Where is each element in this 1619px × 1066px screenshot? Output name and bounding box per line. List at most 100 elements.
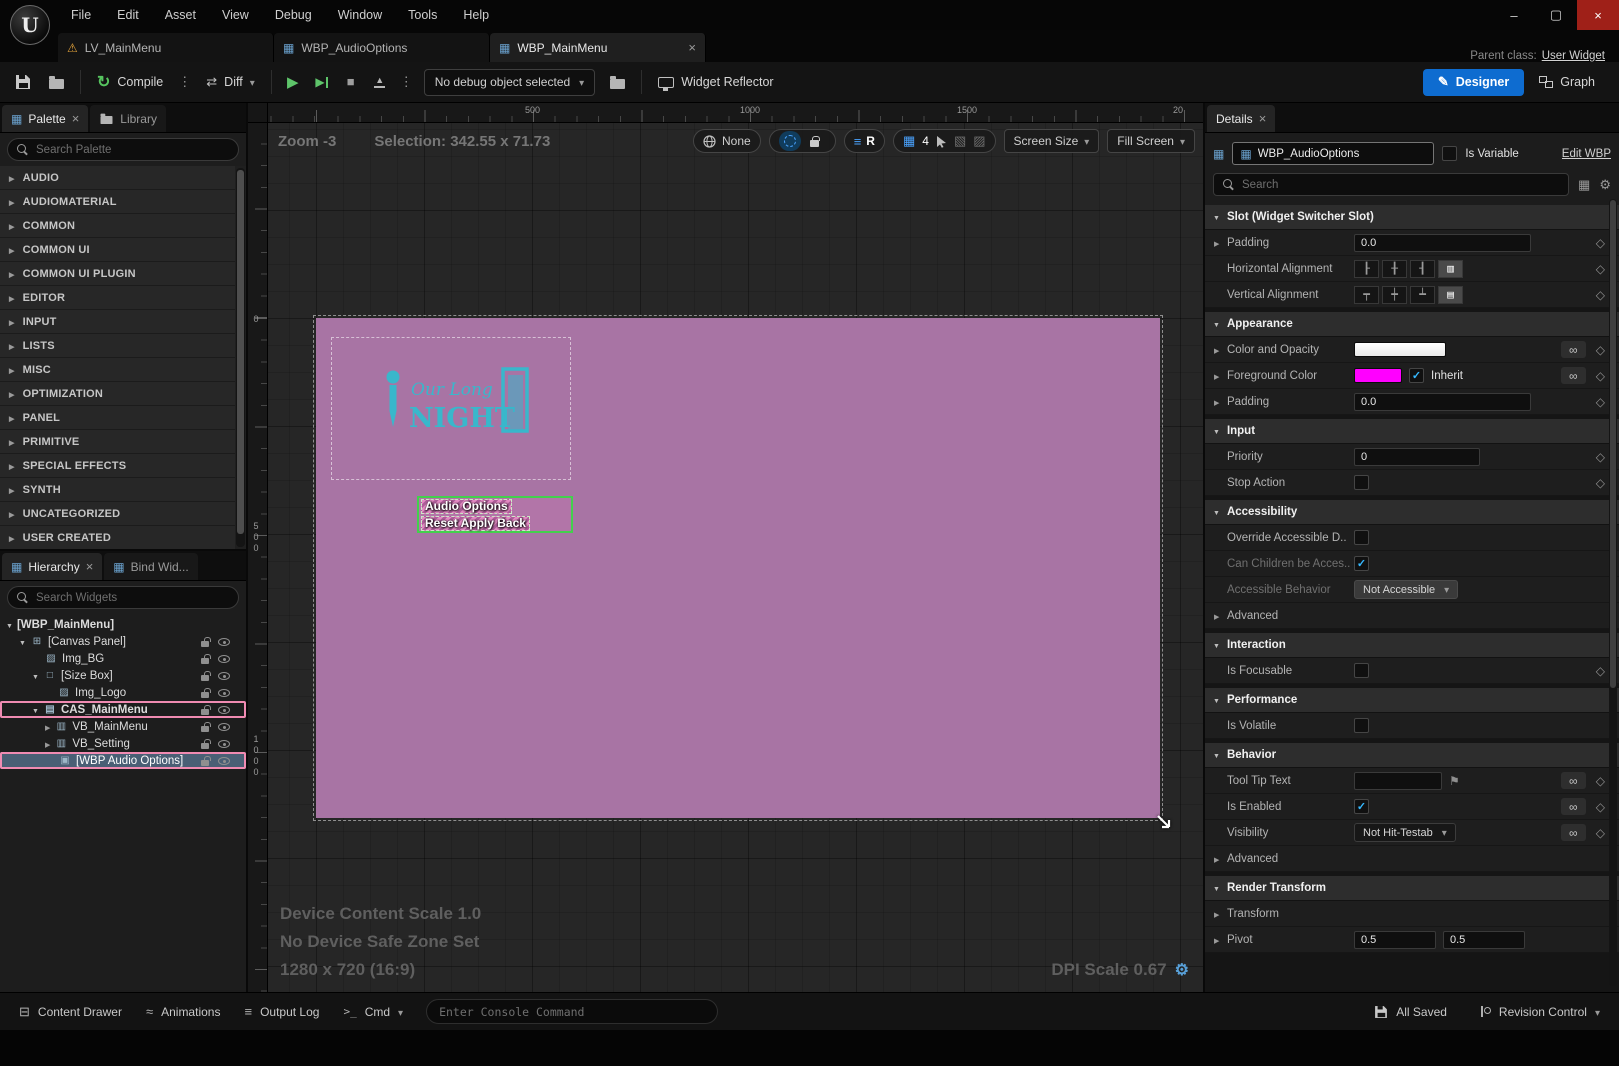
priority-input[interactable] <box>1354 447 1480 466</box>
play-options-icon[interactable]: ⋮ <box>396 74 417 90</box>
palette-category[interactable]: OPTIMIZATION <box>0 382 235 406</box>
tab-library[interactable]: Library <box>90 105 166 132</box>
flip-horizontal-icon[interactable] <box>954 133 966 149</box>
palette-scrollbar[interactable] <box>236 168 245 547</box>
design-grid[interactable]: Zoom -3 Selection: 342.55 x 71.73 None ≡… <box>268 123 1203 992</box>
palette-category[interactable]: SYNTH <box>0 478 235 502</box>
color-opacity-swatch[interactable] <box>1354 342 1446 357</box>
browse-content-button[interactable] <box>41 68 72 96</box>
designer-mode-button[interactable]: Designer <box>1422 68 1525 96</box>
halign-fill-button[interactable]: ▥ <box>1438 259 1463 278</box>
palette-category[interactable]: USER CREATED <box>0 526 235 549</box>
palette-category[interactable]: AUDIOMATERIAL <box>0 190 235 214</box>
tab-lv-mainmenu[interactable]: ⚠ LV_MainMenu <box>58 33 274 62</box>
section-render-transform[interactable]: Render Transform <box>1205 876 1619 901</box>
details-scrollbar[interactable] <box>1609 199 1617 986</box>
valign-bottom-button[interactable]: ┷ <box>1410 285 1435 304</box>
palette-category[interactable]: MISC <box>0 358 235 382</box>
tree-item-wbp-mainmenu[interactable]: [WBP_MainMenu] <box>0 616 246 633</box>
visibility-eye-icon[interactable] <box>218 705 230 714</box>
minimize-button[interactable]: – <box>1493 0 1535 30</box>
bind-diamond-icon[interactable] <box>1596 476 1605 490</box>
bind-link-button[interactable] <box>1560 824 1586 841</box>
eject-button[interactable] <box>367 69 393 95</box>
override-accessible-checkbox[interactable] <box>1354 530 1369 545</box>
visibility-eye-icon[interactable] <box>218 756 230 765</box>
list-icon[interactable] <box>854 134 862 149</box>
tab-close-icon[interactable]: × <box>688 40 696 55</box>
lock-icon[interactable] <box>201 687 211 698</box>
can-children-accessible-checkbox[interactable] <box>1354 556 1369 571</box>
visibility-eye-icon[interactable] <box>218 637 230 646</box>
is-focusable-checkbox[interactable] <box>1354 663 1369 678</box>
edit-widget-link[interactable]: Edit WBP <box>1562 148 1611 160</box>
details-settings-gear-icon[interactable] <box>1599 177 1611 193</box>
valign-center-button[interactable]: ┿ <box>1382 285 1407 304</box>
bind-link-button[interactable] <box>1560 367 1586 384</box>
lock-icon[interactable] <box>201 755 211 766</box>
details-search-input[interactable] <box>1242 178 1560 191</box>
diff-button[interactable]: Diff <box>198 68 262 96</box>
bind-link-button[interactable] <box>1560 341 1586 358</box>
bind-diamond-icon[interactable] <box>1596 800 1605 814</box>
bind-link-button[interactable] <box>1560 772 1586 789</box>
animations-button[interactable]: ≈ Animations <box>137 999 230 1025</box>
tree-item-img-logo[interactable]: ▨ Img_Logo <box>0 684 246 701</box>
panel-close-icon[interactable]: × <box>72 111 80 126</box>
bind-diamond-icon[interactable] <box>1596 664 1605 678</box>
tab-bind-widgets[interactable]: Bind Wid... <box>104 553 198 580</box>
visibility-eye-icon[interactable] <box>218 654 230 663</box>
is-volatile-checkbox[interactable] <box>1354 718 1369 733</box>
lock-icon[interactable] <box>201 670 211 681</box>
halign-right-button[interactable]: ┨ <box>1410 259 1435 278</box>
bind-diamond-icon[interactable] <box>1596 288 1605 302</box>
bind-diamond-icon[interactable] <box>1596 826 1605 840</box>
reset-apply-back-buttons[interactable]: Reset Apply Back <box>421 516 530 531</box>
pivot-x-input[interactable] <box>1354 930 1436 949</box>
widget-name-field[interactable] <box>1232 142 1435 165</box>
slot-padding-input[interactable] <box>1354 233 1531 252</box>
lock-icon[interactable] <box>201 738 211 749</box>
halign-left-button[interactable]: ┠ <box>1354 259 1379 278</box>
visibility-eye-icon[interactable] <box>218 739 230 748</box>
revision-control-button[interactable]: Revision Control <box>1470 999 1609 1025</box>
output-log-button[interactable]: ≡ Output Log <box>235 999 328 1025</box>
row-accessibility-advanced[interactable]: Advanced <box>1205 603 1619 629</box>
palette-category[interactable]: UNCATEGORIZED <box>0 502 235 526</box>
section-appearance[interactable]: Appearance <box>1205 312 1619 337</box>
is-enabled-checkbox[interactable] <box>1354 799 1369 814</box>
debug-object-dropdown[interactable]: No debug object selected <box>423 68 596 96</box>
valign-top-button[interactable]: ┯ <box>1354 285 1379 304</box>
r-toggle[interactable]: R <box>866 134 875 148</box>
widget-name-input[interactable] <box>1257 147 1427 160</box>
widget-canvas[interactable]: Our Long NIGHT Audio Options Reset Apply… <box>313 315 1171 829</box>
row-behavior-advanced[interactable]: Advanced <box>1205 846 1619 872</box>
palette-search[interactable] <box>7 138 239 161</box>
frame-skip-button[interactable] <box>309 69 335 95</box>
designer-viewport[interactable]: 500 1000 1500 20 0 500 1000 Zoom -3 Sele… <box>248 103 1203 992</box>
play-button[interactable] <box>280 69 306 95</box>
graph-mode-button[interactable]: Graph <box>1527 69 1607 96</box>
flag-icon[interactable] <box>1449 774 1460 788</box>
tab-palette[interactable]: Palette × <box>2 105 89 132</box>
screen-size-dropdown[interactable]: Screen Size <box>1003 129 1100 153</box>
menu-tools[interactable]: Tools <box>395 0 450 30</box>
menu-view[interactable]: View <box>209 0 262 30</box>
tree-item-vb-setting[interactable]: ▥VB_Setting <box>0 735 246 752</box>
palette-category[interactable]: COMMON <box>0 214 235 238</box>
palette-category[interactable]: PRIMITIVE <box>0 430 235 454</box>
lock-icon[interactable] <box>201 721 211 732</box>
bind-diamond-icon[interactable] <box>1596 395 1605 409</box>
menu-asset[interactable]: Asset <box>152 0 209 30</box>
audio-options-widget-selected[interactable]: Audio Options Reset Apply Back <box>417 496 573 533</box>
maximize-button[interactable]: ▢ <box>1535 0 1577 30</box>
visibility-dropdown[interactable]: Not Hit-Testab <box>1354 823 1456 842</box>
tab-wbp-mainmenu[interactable]: WBP_MainMenu × <box>490 33 706 62</box>
palette-category[interactable]: COMMON UI <box>0 238 235 262</box>
visibility-eye-icon[interactable] <box>218 722 230 731</box>
anchor-circle-button[interactable] <box>778 131 801 151</box>
dpi-settings-gear-icon[interactable] <box>1175 960 1189 980</box>
halign-center-button[interactable]: ╂ <box>1382 259 1407 278</box>
property-matrix-icon[interactable]: ▦ <box>1578 177 1590 193</box>
bind-diamond-icon[interactable] <box>1596 236 1605 250</box>
